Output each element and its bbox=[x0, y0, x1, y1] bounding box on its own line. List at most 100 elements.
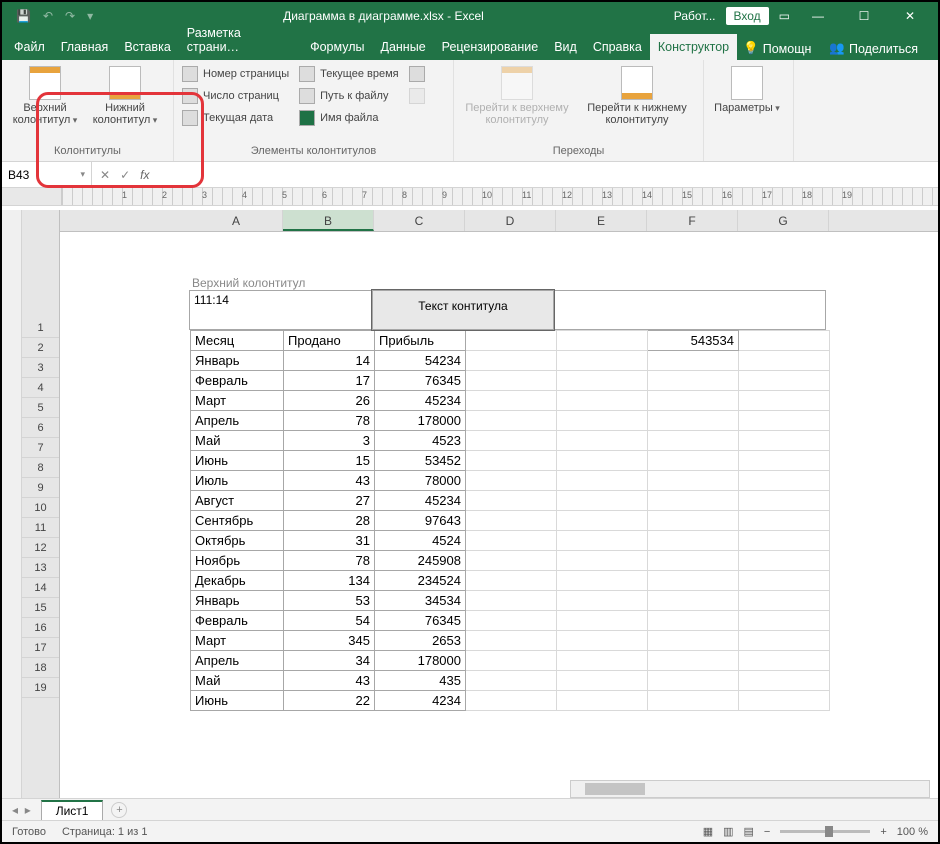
sheet-tabs: ◂ ▸ Лист1 + bbox=[2, 798, 938, 820]
tab-formulas[interactable]: Формулы bbox=[302, 34, 372, 60]
row-header[interactable]: 1 bbox=[22, 318, 59, 338]
tab-view[interactable]: Вид bbox=[546, 34, 585, 60]
header-right-box[interactable] bbox=[553, 290, 826, 330]
goto-top-icon bbox=[501, 66, 533, 100]
header-boxes[interactable]: 111:14 Текст контитула bbox=[190, 290, 938, 330]
row-header[interactable]: 2 bbox=[22, 338, 59, 358]
tab-design[interactable]: Конструктор bbox=[650, 34, 737, 60]
tell-me[interactable]: 💡Помощн bbox=[737, 37, 817, 60]
current-date-button[interactable]: Текущая дата bbox=[182, 110, 289, 126]
qat-more-icon[interactable]: ▾ bbox=[87, 9, 93, 23]
minimize-button[interactable]: — bbox=[800, 9, 836, 23]
tab-review[interactable]: Рецензирование bbox=[434, 34, 547, 60]
undo-icon[interactable]: ↶ bbox=[43, 9, 53, 23]
name-box[interactable]: B43▾ bbox=[2, 162, 92, 187]
mode-label: Работ... bbox=[674, 9, 716, 23]
row-header[interactable]: 8 bbox=[22, 458, 59, 478]
col-header-A[interactable]: A bbox=[190, 210, 283, 231]
current-time-button[interactable]: Текущее время bbox=[299, 66, 398, 82]
row-header[interactable]: 12 bbox=[22, 538, 59, 558]
row-header[interactable]: 5 bbox=[22, 398, 59, 418]
format-picture-icon bbox=[409, 88, 425, 104]
status-bar: Готово Страница: 1 из 1 ▦ ▥ ▤ − + 100 % bbox=[2, 820, 938, 842]
view-break-icon[interactable]: ▤ bbox=[744, 825, 754, 838]
row-header[interactable]: 4 bbox=[22, 378, 59, 398]
hash-icon bbox=[182, 66, 198, 82]
row-header[interactable]: 13 bbox=[22, 558, 59, 578]
tab-file[interactable]: Файл bbox=[6, 34, 53, 60]
picture-icon bbox=[409, 66, 425, 82]
row-headers[interactable]: 12345678910111213141516171819 bbox=[22, 210, 60, 798]
redo-icon[interactable]: ↷ bbox=[65, 9, 75, 23]
row-header[interactable]: 10 bbox=[22, 498, 59, 518]
picture-button[interactable] bbox=[409, 66, 425, 82]
column-headers[interactable]: ABCDEFG bbox=[60, 210, 938, 232]
zoom-slider[interactable] bbox=[780, 830, 870, 833]
cancel-icon[interactable]: ✕ bbox=[100, 168, 110, 182]
col-header-F[interactable]: F bbox=[647, 210, 738, 231]
file-name-button[interactable]: Имя файла bbox=[299, 110, 398, 126]
row-header[interactable]: 3 bbox=[22, 358, 59, 378]
group-label-elements: Элементы колонтитулов bbox=[182, 145, 445, 159]
format-picture-button bbox=[409, 88, 425, 104]
row-header[interactable]: 14 bbox=[22, 578, 59, 598]
row-header[interactable]: 15 bbox=[22, 598, 59, 618]
ribbon-display-icon[interactable]: ▭ bbox=[779, 9, 790, 23]
col-header-C[interactable]: C bbox=[374, 210, 465, 231]
header-left-box[interactable]: 111:14 bbox=[189, 290, 373, 330]
fx-icon[interactable]: fx bbox=[140, 168, 149, 182]
zoom-value[interactable]: 100 % bbox=[897, 826, 928, 838]
goto-bottom-button[interactable]: Перейти к нижнему колонтитулу bbox=[582, 66, 692, 126]
row-header[interactable]: 17 bbox=[22, 638, 59, 658]
header-bottom-button[interactable]: Нижний колонтитул bbox=[90, 66, 160, 126]
maximize-button[interactable]: ☐ bbox=[846, 9, 882, 23]
tab-home[interactable]: Главная bbox=[53, 34, 117, 60]
sheet-nav[interactable]: ◂ ▸ bbox=[2, 803, 41, 817]
row-header[interactable]: 18 bbox=[22, 658, 59, 678]
calendar-icon bbox=[182, 110, 198, 126]
tab-data[interactable]: Данные bbox=[372, 34, 433, 60]
col-header-E[interactable]: E bbox=[556, 210, 647, 231]
status-page: Страница: 1 из 1 bbox=[62, 826, 148, 838]
row-header[interactable]: 19 bbox=[22, 678, 59, 698]
ribbon: Верхний колонтитул Нижний колонтитул Кол… bbox=[2, 60, 938, 162]
page-number-button[interactable]: Номер страницы bbox=[182, 66, 289, 82]
goto-bottom-icon bbox=[621, 66, 653, 100]
options-button[interactable]: Параметры bbox=[712, 66, 782, 114]
zoom-out-button[interactable]: − bbox=[764, 826, 770, 838]
accept-icon[interactable]: ✓ bbox=[120, 168, 130, 182]
page-count-button[interactable]: Число страниц bbox=[182, 88, 289, 104]
row-header[interactable]: 6 bbox=[22, 418, 59, 438]
formula-bar-row: B43▾ ✕ ✓ fx bbox=[2, 162, 938, 188]
add-sheet-button[interactable]: + bbox=[111, 802, 127, 818]
view-normal-icon[interactable]: ▦ bbox=[703, 825, 713, 838]
close-button[interactable]: ✕ bbox=[892, 9, 928, 23]
row-header[interactable]: 11 bbox=[22, 518, 59, 538]
excel-icon bbox=[299, 110, 315, 126]
tab-insert[interactable]: Вставка bbox=[116, 34, 178, 60]
grid[interactable]: ABCDEFG Верхний колонтитул 111:14 Текст … bbox=[60, 210, 938, 798]
share-button[interactable]: 👥Поделиться bbox=[823, 37, 924, 60]
chevron-down-icon: ▾ bbox=[80, 169, 85, 180]
save-icon[interactable]: 💾 bbox=[16, 9, 31, 23]
tab-help[interactable]: Справка bbox=[585, 34, 650, 60]
page-bottom-icon bbox=[109, 66, 141, 100]
page-top-icon bbox=[29, 66, 61, 100]
group-label-headers: Колонтитулы bbox=[10, 145, 165, 159]
file-path-button[interactable]: Путь к файлу bbox=[299, 88, 398, 104]
zoom-in-button[interactable]: + bbox=[880, 826, 886, 838]
header-top-button[interactable]: Верхний колонтитул bbox=[10, 66, 80, 126]
login-button[interactable]: Вход bbox=[726, 7, 769, 25]
sheet-tab-1[interactable]: Лист1 bbox=[41, 800, 104, 820]
row-header[interactable]: 16 bbox=[22, 618, 59, 638]
scrollbar-horizontal[interactable] bbox=[570, 780, 930, 798]
col-header-D[interactable]: D bbox=[465, 210, 556, 231]
col-header-G[interactable]: G bbox=[738, 210, 829, 231]
col-header-B[interactable]: B bbox=[283, 210, 374, 231]
tab-layout[interactable]: Разметка страни… bbox=[179, 20, 302, 60]
row-header[interactable]: 7 bbox=[22, 438, 59, 458]
row-header[interactable]: 9 bbox=[22, 478, 59, 498]
data-table[interactable]: МесяцПроданоПрибыль543534Январь1454234Фе… bbox=[190, 330, 830, 711]
header-center-box[interactable]: Текст контитула bbox=[372, 290, 554, 330]
view-layout-icon[interactable]: ▥ bbox=[723, 825, 733, 838]
